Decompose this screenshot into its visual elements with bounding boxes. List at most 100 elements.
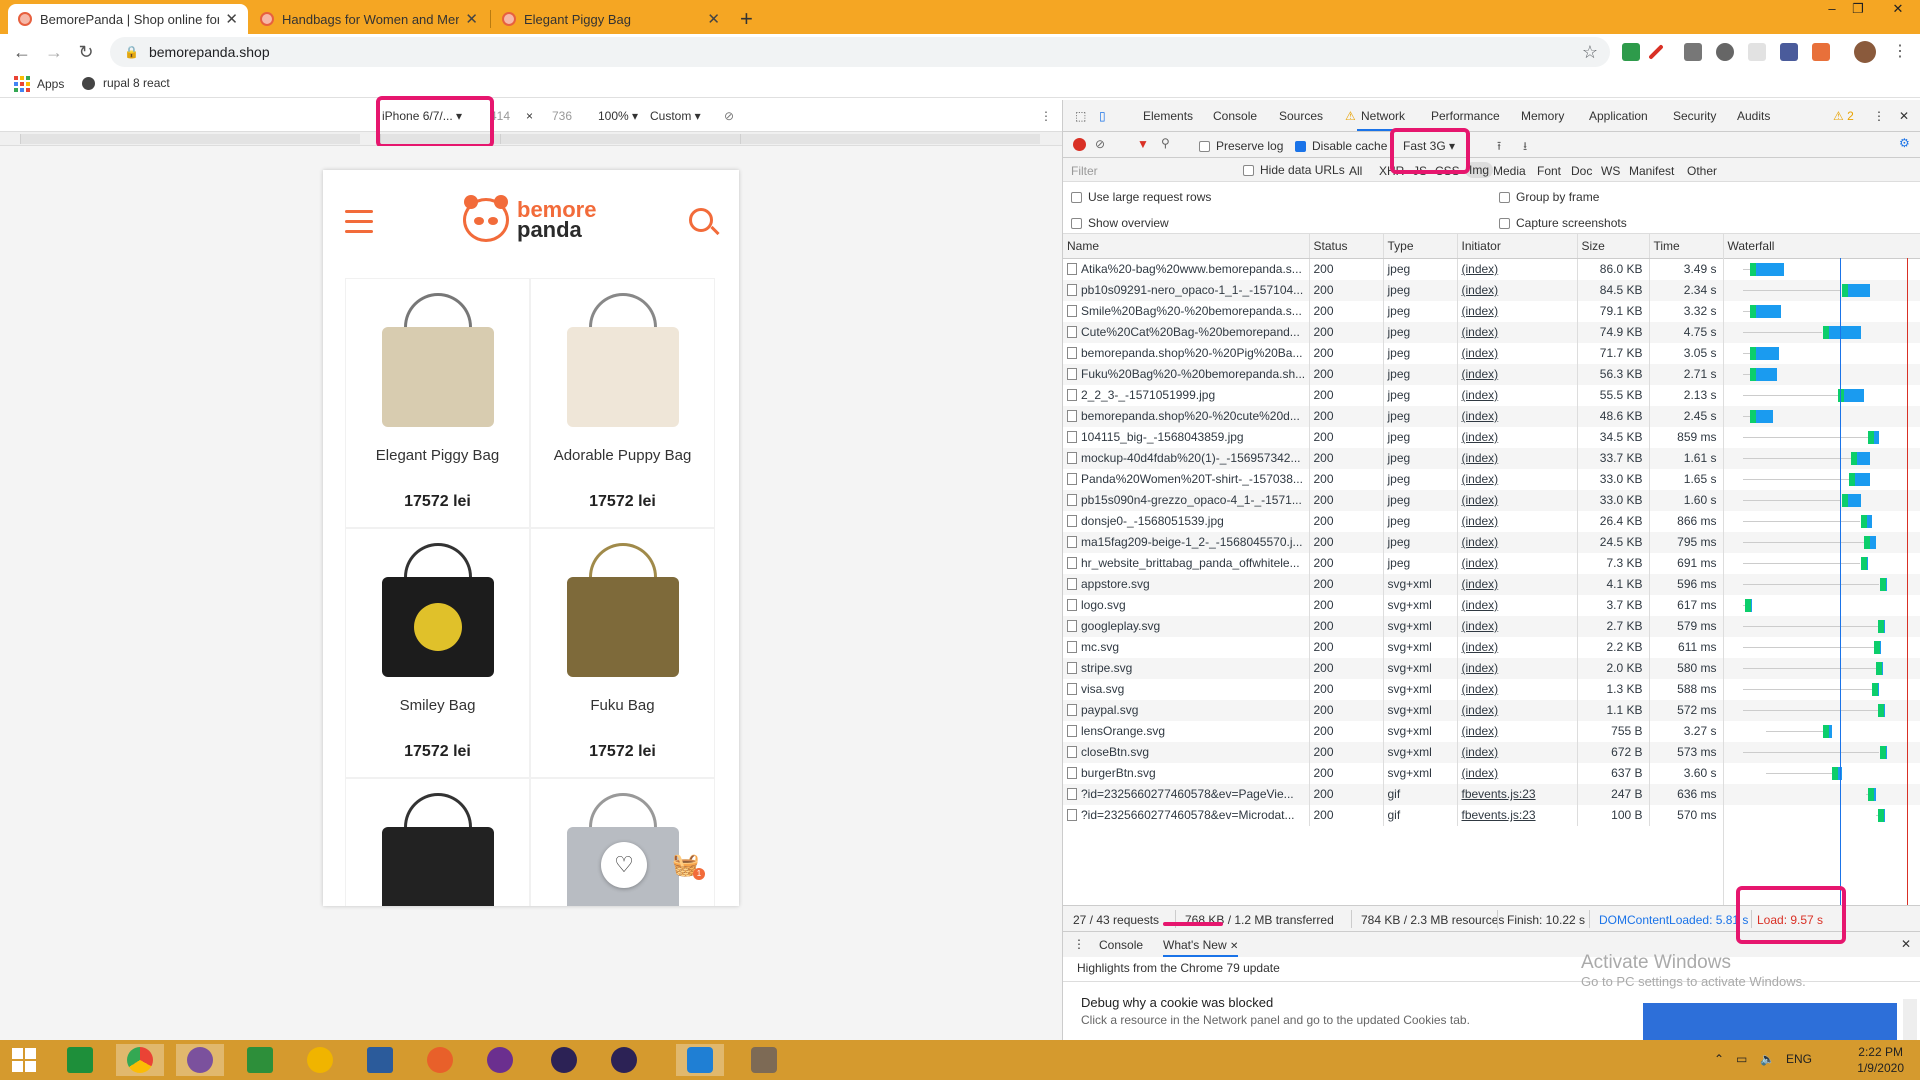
virtualbox-icon[interactable] <box>356 1044 404 1076</box>
network-tray-icon[interactable]: ▭ <box>1736 1052 1747 1066</box>
extension-pen-icon[interactable] <box>1648 44 1664 60</box>
product-card[interactable]: Adorable Puppy Bag 17572 lei <box>530 278 715 528</box>
request-initiator[interactable]: (index) <box>1457 762 1578 784</box>
table-row[interactable]: logo.svg 200 svg+xml (index) 3.7 KB 617 ms <box>1063 594 1920 616</box>
browser-tab-handbags[interactable]: Handbags for Women and Men | ✕ <box>250 4 488 34</box>
table-row[interactable]: 2_2_3-_-1571051999.jpg 200 jpeg (index) 55.5… <box>1063 384 1920 406</box>
column-type[interactable]: Type <box>1383 234 1458 259</box>
table-row[interactable]: ?id=2325660277460578&ev=Microdat... 200 gi… <box>1063 804 1920 826</box>
maximize-button[interactable]: ❐ <box>1838 1 1878 17</box>
table-row[interactable]: paypal.svg 200 svg+xml (index) 1.1 KB 572 ms <box>1063 699 1920 721</box>
table-row[interactable]: bemorepanda.shop%20-%20cute%20d... 200 jpe… <box>1063 405 1920 427</box>
column-name[interactable]: Name <box>1063 234 1310 259</box>
site-logo[interactable]: bemore panda <box>463 195 596 242</box>
request-initiator[interactable]: (index) <box>1457 279 1578 301</box>
filter-all[interactable]: All <box>1349 164 1362 178</box>
search-icon[interactable] <box>689 208 713 232</box>
table-row[interactable]: burgerBtn.svg 200 svg+xml (index) 637 B 3.60 … <box>1063 762 1920 784</box>
filter-manifest[interactable]: Manifest <box>1629 164 1674 178</box>
tab-application[interactable]: Application <box>1589 109 1648 123</box>
table-row[interactable]: 104115_big-_-1568043859.jpg 200 jpeg (index… <box>1063 426 1920 448</box>
extension-excel-icon[interactable] <box>1622 43 1640 61</box>
viber-icon[interactable] <box>176 1044 224 1076</box>
gimp-icon[interactable] <box>740 1044 788 1076</box>
request-initiator[interactable]: (index) <box>1457 384 1578 406</box>
close-drawer-icon[interactable]: ✕ <box>1901 937 1911 951</box>
back-arrow-icon[interactable]: ← <box>10 40 34 64</box>
table-row[interactable]: ?id=2325660277460578&ev=PageVie... 200 gif… <box>1063 783 1920 805</box>
request-initiator[interactable]: (index) <box>1457 321 1578 343</box>
tor-browser-icon[interactable] <box>476 1044 524 1076</box>
product-name[interactable]: Adorable Puppy Bag <box>531 447 714 464</box>
tab-memory[interactable]: Memory <box>1521 109 1564 123</box>
request-initiator[interactable]: (index) <box>1457 468 1578 490</box>
close-tab-icon[interactable]: ✕ <box>707 10 720 28</box>
capture-screenshots-checkbox[interactable]: Capture screenshots <box>1499 216 1627 230</box>
product-name[interactable]: Elegant Piggy Bag <box>346 447 529 464</box>
tray-chevron-icon[interactable]: ⌃ <box>1714 1052 1724 1066</box>
request-initiator[interactable]: (index) <box>1457 741 1578 763</box>
checkbox[interactable] <box>1199 141 1210 152</box>
filter-other[interactable]: Other <box>1687 164 1717 178</box>
table-row[interactable]: Fuku%20Bag%20-%20bemorepanda.sh... 200 jpe… <box>1063 363 1920 385</box>
warnings-counter[interactable]: ⚠ 2 <box>1833 109 1854 123</box>
large-rows-checkbox[interactable]: Use large request rows <box>1071 190 1211 204</box>
checkbox[interactable] <box>1071 218 1082 229</box>
table-row[interactable]: googleplay.svg 200 svg+xml (index) 2.7 KB 579… <box>1063 615 1920 637</box>
tab-audits[interactable]: Audits <box>1737 109 1770 123</box>
request-initiator[interactable]: (index) <box>1457 489 1578 511</box>
table-row[interactable]: Smile%20Bag%20-%20bemorepanda.s... 200 jpe… <box>1063 300 1920 322</box>
request-initiator[interactable]: (index) <box>1457 678 1578 700</box>
filter-funnel-icon[interactable]: ▼ <box>1137 137 1149 151</box>
address-bar[interactable]: 🔒 bemorepanda.shop ☆ <box>110 37 1610 67</box>
clear-icon[interactable]: ⊘ <box>1095 137 1105 151</box>
table-row[interactable]: hr_website_brittabag_panda_offwhitele...… <box>1063 552 1920 574</box>
network-throttle-select[interactable]: Custom ▾ <box>650 109 701 123</box>
new-tab-button[interactable]: + <box>740 6 753 32</box>
rubiks-cube-icon[interactable] <box>236 1044 284 1076</box>
preserve-log-checkbox[interactable]: Preserve log <box>1199 139 1283 153</box>
record-icon[interactable] <box>1073 138 1086 151</box>
profile-avatar[interactable] <box>1854 41 1876 63</box>
request-initiator[interactable]: (index) <box>1457 636 1578 658</box>
request-initiator[interactable]: (index) <box>1457 447 1578 469</box>
browser-tab-piggy-bag[interactable]: Elegant Piggy Bag ✕ <box>492 4 730 34</box>
close-window-button[interactable]: ✕ <box>1878 1 1918 17</box>
request-initiator[interactable]: (index) <box>1457 594 1578 616</box>
network-settings-gear-icon[interactable]: ⚙ <box>1899 136 1910 150</box>
request-initiator[interactable]: (index) <box>1457 342 1578 364</box>
table-row[interactable]: Atika%20-bag%20www.bemorepanda.s... 200 jp… <box>1063 258 1920 280</box>
product-name[interactable]: Fuku Bag <box>531 697 714 714</box>
request-initiator[interactable]: (index) <box>1457 405 1578 427</box>
request-initiator[interactable]: (index) <box>1457 531 1578 553</box>
checkbox[interactable] <box>1243 165 1254 176</box>
column-initiator[interactable]: Initiator <box>1457 234 1578 259</box>
filter-font[interactable]: Font <box>1537 164 1561 178</box>
table-row[interactable]: pb10s09291-nero_opaco-1_1-_-157104... 200… <box>1063 279 1920 301</box>
table-row[interactable]: closeBtn.svg 200 svg+xml (index) 672 B 573 ms <box>1063 741 1920 763</box>
product-name[interactable]: Smiley Bag <box>346 697 529 714</box>
filter-doc[interactable]: Doc <box>1571 164 1592 178</box>
whats-new-thumbnail[interactable] <box>1643 1003 1897 1040</box>
export-har-icon[interactable]: ⭳ <box>1523 137 1527 158</box>
request-initiator[interactable]: fbevents.js:23 <box>1457 804 1578 826</box>
windows-start-icon[interactable] <box>0 1044 48 1076</box>
table-row[interactable]: visa.svg 200 svg+xml (index) 1.3 KB 588 ms <box>1063 678 1920 700</box>
close-tab-icon[interactable]: ✕ <box>225 10 238 28</box>
filter-ws[interactable]: WS <box>1601 164 1620 178</box>
forward-arrow-icon[interactable]: → <box>42 40 66 64</box>
request-initiator[interactable]: (index) <box>1457 552 1578 574</box>
show-overview-checkbox[interactable]: Show overview <box>1071 216 1169 230</box>
checkbox[interactable] <box>1499 192 1510 203</box>
ruler-segment[interactable] <box>20 134 360 144</box>
extension-blank-icon[interactable] <box>1748 43 1766 61</box>
tab-elements[interactable]: Elements <box>1143 109 1193 123</box>
drawer-tab-whats-new[interactable]: What's New ✕ <box>1163 938 1239 957</box>
checkbox[interactable] <box>1499 218 1510 229</box>
store-icon[interactable] <box>56 1044 104 1076</box>
ruler-segment[interactable] <box>740 134 1040 144</box>
request-initiator[interactable]: (index) <box>1457 573 1578 595</box>
rotate-icon[interactable]: ⊘ <box>724 109 734 123</box>
table-row[interactable]: lensOrange.svg 200 svg+xml (index) 755 B 3.27… <box>1063 720 1920 742</box>
search-icon[interactable]: ⚲ <box>1161 136 1170 150</box>
